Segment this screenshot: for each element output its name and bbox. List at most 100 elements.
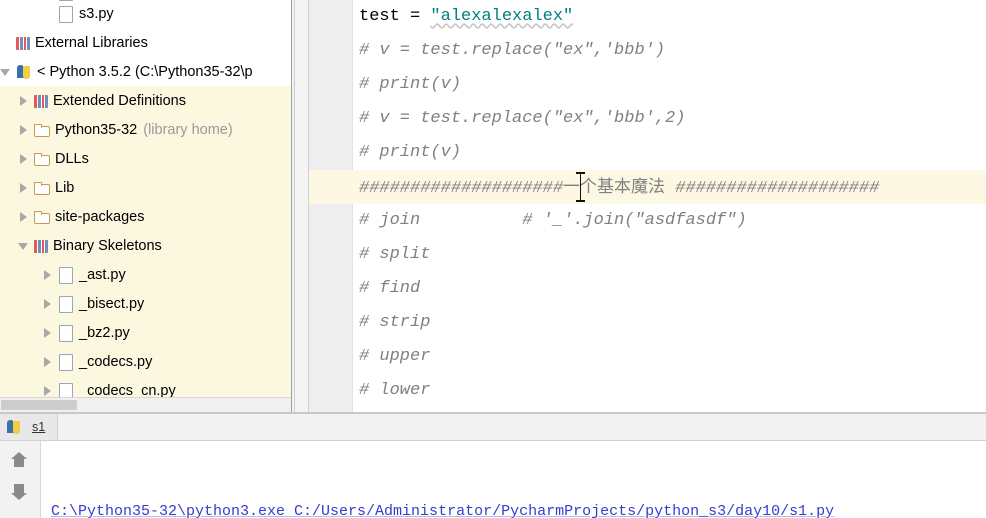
sidebar-vertical-scrollbar[interactable] bbox=[295, 0, 309, 412]
python-file-icon bbox=[58, 5, 74, 23]
tree-row-label: Python35-32 bbox=[55, 121, 138, 138]
tree-row[interactable]: _bisect.py bbox=[0, 289, 291, 318]
tree-row[interactable]: site-packages bbox=[0, 202, 291, 231]
code-line[interactable]: # join # '_'.join("asdfasdf") bbox=[353, 204, 986, 238]
python-file-icon bbox=[58, 353, 74, 371]
code-editor[interactable]: test = "alexalexalex" # v = test.replace(… bbox=[309, 0, 986, 412]
chevron-right-icon[interactable] bbox=[18, 211, 29, 222]
python-logo-icon bbox=[6, 419, 22, 435]
code-segment: # strip bbox=[359, 313, 431, 332]
tree-row-label: Lib bbox=[55, 179, 75, 196]
code-segment: "alexalexalex" bbox=[430, 7, 574, 26]
code-segment: #################### bbox=[359, 179, 564, 198]
current-line-gutter-highlight bbox=[309, 170, 353, 204]
tree-row[interactable]: _codecs_cn.py bbox=[0, 376, 291, 398]
folder-icon bbox=[34, 122, 50, 138]
code-segment: 一个基本魔法 bbox=[563, 177, 666, 197]
chevron-right-icon[interactable] bbox=[18, 182, 29, 193]
folder-icon bbox=[34, 209, 50, 225]
console-output[interactable]: C:\Python35-32\python3.exe C:/Users/Admi… bbox=[41, 441, 986, 518]
code-line[interactable]: # print(v) bbox=[353, 136, 986, 170]
tree-row-label: _bz2.py bbox=[79, 324, 130, 341]
up-arrow-icon[interactable] bbox=[9, 449, 31, 471]
python-file-icon bbox=[58, 324, 74, 342]
text-caret bbox=[576, 172, 585, 202]
code-segment: # v = test.replace("ex",'bbb') bbox=[359, 41, 666, 60]
tree-row[interactable]: _bz2.py bbox=[0, 318, 291, 347]
code-line[interactable]: # v = test.replace("ex",'bbb') bbox=[353, 34, 986, 68]
tree-row[interactable]: Extended Definitions bbox=[0, 86, 291, 115]
tree-row[interactable]: _ast.py bbox=[0, 260, 291, 289]
tree-row-label: DLLs bbox=[55, 150, 89, 167]
editor-and-project-area: s2.pys3.pyExternal Libraries< Python 3.5… bbox=[0, 0, 986, 412]
project-tool-window[interactable]: s2.pys3.pyExternal Libraries< Python 3.5… bbox=[0, 0, 291, 412]
down-arrow-icon[interactable] bbox=[9, 481, 31, 503]
chevron-right-icon[interactable] bbox=[42, 269, 53, 280]
code-line[interactable]: # print(v) bbox=[353, 68, 986, 102]
code-line[interactable]: # v = test.replace("ex",'bbb',2) bbox=[353, 102, 986, 136]
chevron-right-icon[interactable] bbox=[18, 153, 29, 164]
python-file-icon bbox=[58, 295, 74, 313]
run-tool-window: s1 C:\Python35-32\python3.exe C:/Users/A… bbox=[0, 414, 986, 518]
tree-row-label: site-packages bbox=[55, 208, 145, 225]
sidebar-scrollbar-thumb[interactable] bbox=[1, 400, 77, 410]
tree-row[interactable]: External Libraries bbox=[0, 28, 291, 57]
chevron-right-icon[interactable] bbox=[18, 95, 29, 106]
console-body: C:\Python35-32\python3.exe C:/Users/Admi… bbox=[0, 441, 986, 518]
code-line[interactable]: # find bbox=[353, 272, 986, 306]
chevron-right-icon[interactable] bbox=[42, 298, 53, 309]
tree-row[interactable]: < Python 3.5.2 (C:\Python35-32\p bbox=[0, 57, 291, 86]
chevron-right-icon[interactable] bbox=[42, 327, 53, 338]
code-line[interactable]: test = "alexalexalex" bbox=[353, 0, 986, 34]
code-line[interactable]: # strip bbox=[353, 306, 986, 340]
tree-row-label: s3.py bbox=[79, 5, 114, 22]
tree-row[interactable]: Python35-32 (library home) bbox=[0, 115, 291, 144]
chevron-down-icon[interactable] bbox=[0, 66, 11, 77]
python-logo-icon bbox=[16, 64, 32, 80]
tree-row[interactable]: DLLs bbox=[0, 144, 291, 173]
code-segment: # upper bbox=[359, 347, 431, 366]
tree-row-label: _bisect.py bbox=[79, 295, 145, 312]
code-segment: test = bbox=[359, 7, 431, 26]
tree-row[interactable]: s3.py bbox=[0, 0, 291, 28]
chevron-down-icon[interactable] bbox=[18, 240, 29, 251]
code-text-area[interactable]: test = "alexalexalex" # v = test.replace(… bbox=[353, 0, 986, 412]
chevron-right-icon[interactable] bbox=[42, 356, 53, 367]
tree-row-label: _ast.py bbox=[79, 266, 126, 283]
editor-gutter[interactable] bbox=[309, 0, 353, 412]
code-segment: # v = test.replace("ex",'bbb',2) bbox=[359, 109, 686, 128]
code-segment: # join # '_'.join("asdfasdf") bbox=[359, 211, 747, 230]
tree-row[interactable]: Lib bbox=[0, 173, 291, 202]
console-toolbar bbox=[0, 441, 41, 518]
code-line[interactable]: # lower bbox=[353, 374, 986, 408]
project-tree[interactable]: s2.pys3.pyExternal Libraries< Python 3.5… bbox=[0, 0, 291, 398]
books-icon bbox=[16, 36, 30, 50]
run-tab-s1[interactable]: s1 bbox=[0, 414, 59, 440]
chevron-right-icon[interactable] bbox=[18, 124, 29, 135]
tree-row[interactable]: Binary Skeletons bbox=[0, 231, 291, 260]
tree-row[interactable]: _codecs.py bbox=[0, 347, 291, 376]
code-line[interactable]: # split bbox=[353, 238, 986, 272]
folder-icon bbox=[34, 151, 50, 167]
code-segment: # print(v) bbox=[359, 75, 462, 94]
books-icon bbox=[34, 239, 48, 253]
code-segment: # find bbox=[359, 279, 421, 298]
tree-row-label: Extended Definitions bbox=[53, 92, 186, 109]
code-segment: # lower bbox=[359, 381, 431, 400]
folder-icon bbox=[34, 180, 50, 196]
tree-row-label: _codecs_cn.py bbox=[79, 382, 176, 399]
tree-row-label: < Python 3.5.2 (C:\Python35-32\p bbox=[37, 63, 253, 80]
code-segment: # split bbox=[359, 245, 431, 264]
tree-row-label: _codecs.py bbox=[79, 353, 153, 370]
python-file-icon bbox=[58, 382, 74, 398]
code-line[interactable]: # upper bbox=[353, 340, 986, 374]
python-file-icon bbox=[58, 266, 74, 284]
code-line[interactable]: ####################一个基本魔法 #############… bbox=[353, 170, 986, 204]
tree-row-label: Binary Skeletons bbox=[53, 237, 162, 254]
console-command-line: C:\Python35-32\python3.exe C:/Users/Admi… bbox=[51, 499, 986, 518]
code-segment: # print(v) bbox=[359, 143, 462, 162]
sidebar-horizontal-scrollbar[interactable] bbox=[0, 397, 291, 412]
chevron-right-icon[interactable] bbox=[42, 385, 53, 396]
